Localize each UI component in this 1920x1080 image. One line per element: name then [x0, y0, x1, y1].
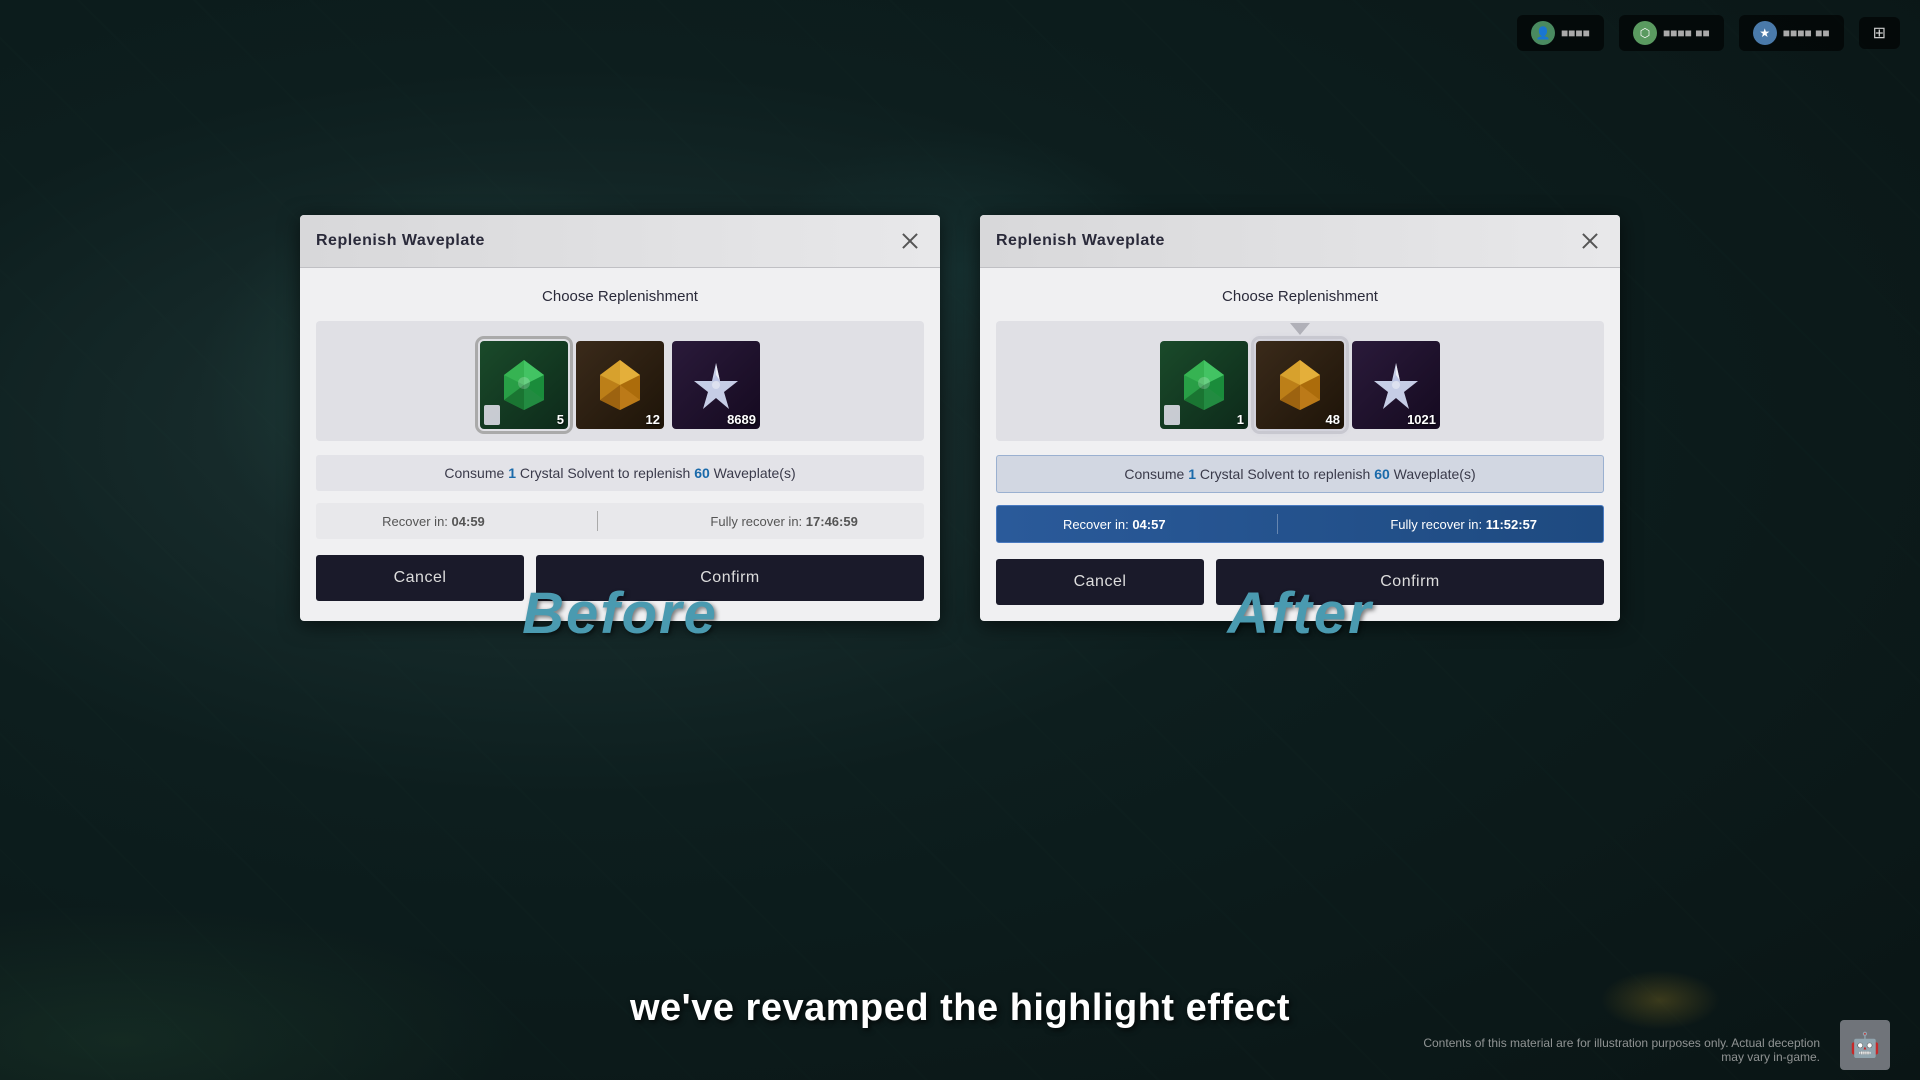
after-timer-divider: [1277, 514, 1278, 534]
after-item-2[interactable]: 48: [1256, 341, 1344, 429]
after-dialog-title: Replenish Waveplate: [996, 232, 1165, 250]
before-item-3-count: 8689: [727, 412, 756, 427]
before-item-2-count: 12: [646, 412, 660, 427]
before-consume-text: Consume 1 Crystal Solvent to replenish 6…: [316, 455, 924, 491]
bottom-right-decoration: [1600, 970, 1720, 1030]
hud-energy-text: ■■■■ ■■: [1663, 26, 1710, 40]
after-timer-row: Recover in: 04:57 Fully recover in: 11:5…: [996, 505, 1604, 543]
before-timer-divider: [597, 511, 598, 531]
after-item-2-icon: 48: [1256, 341, 1344, 429]
hud-currency[interactable]: ★ ■■■■ ■■: [1739, 15, 1844, 51]
before-item-2-icon: 12: [576, 341, 664, 429]
after-item-1-count: 1: [1237, 412, 1244, 427]
hud-map[interactable]: ⊞: [1859, 17, 1900, 49]
after-close-icon: [1580, 231, 1600, 251]
hud-profile[interactable]: 👤 ■■■■: [1517, 15, 1604, 51]
after-items-row: 1: [996, 321, 1604, 441]
after-item-1-icon: 1: [1160, 341, 1248, 429]
bottom-left-decoration: [0, 880, 600, 1080]
after-choose-label: Choose Replenishment: [996, 288, 1604, 305]
after-label: After: [980, 580, 1620, 647]
dialogs-row: Replenish Waveplate Choose Replenishment: [0, 215, 1920, 621]
robot-icon: 🤖: [1840, 1020, 1890, 1070]
before-item-1-icon: 5: [480, 341, 568, 429]
profile-icon: 👤: [1531, 21, 1555, 45]
after-consume-text: Consume 1 Crystal Solvent to replenish 6…: [996, 455, 1604, 493]
after-dialog-header: Replenish Waveplate: [980, 215, 1620, 268]
before-label: Before: [300, 580, 940, 647]
hud-profile-text: ■■■■: [1561, 26, 1590, 40]
selection-arrow: [1290, 323, 1310, 335]
before-item-3-icon: 8689: [672, 341, 760, 429]
before-dialog-header: Replenish Waveplate: [300, 215, 940, 268]
before-choose-label: Choose Replenishment: [316, 288, 924, 305]
after-item-3-icon: 1021: [1352, 341, 1440, 429]
after-item-3-count: 1021: [1407, 412, 1436, 427]
energy-icon: ⬡: [1633, 21, 1657, 45]
hud-map-icon: ⊞: [1873, 23, 1886, 43]
after-full-recover-label: Fully recover in: 11:52:57: [1390, 517, 1537, 532]
after-item-2-count: 48: [1326, 412, 1340, 427]
hud-currency-text: ■■■■ ■■: [1783, 26, 1830, 40]
comparison-labels: Before After: [0, 580, 1920, 647]
before-close-icon: [900, 231, 920, 251]
before-timer-row: Recover in: 04:59 Fully recover in: 17:4…: [316, 503, 924, 539]
before-items-row: 5: [316, 321, 924, 441]
after-recover-label: Recover in: 04:57: [1063, 517, 1166, 532]
before-item-1[interactable]: 5: [480, 341, 568, 429]
after-item-1[interactable]: 1: [1160, 341, 1248, 429]
before-dialog-body: Choose Replenishment: [300, 268, 940, 617]
currency-icon: ★: [1753, 21, 1777, 45]
bottle-badge-2: [1164, 405, 1180, 425]
disclaimer-text: Contents of this material are for illust…: [1420, 1036, 1820, 1064]
before-item-3[interactable]: 8689: [672, 341, 760, 429]
before-item-1-count: 5: [557, 412, 564, 427]
before-dialog-title: Replenish Waveplate: [316, 232, 485, 250]
after-close-button[interactable]: [1576, 227, 1604, 255]
after-dialog: Replenish Waveplate Choose Replenishment: [980, 215, 1620, 621]
before-recover-label: Recover in: 04:59: [382, 514, 485, 529]
hud-energy[interactable]: ⬡ ■■■■ ■■: [1619, 15, 1724, 51]
top-hud: 👤 ■■■■ ⬡ ■■■■ ■■ ★ ■■■■ ■■ ⊞: [1220, 0, 1920, 65]
before-item-2[interactable]: 12: [576, 341, 664, 429]
before-dialog: Replenish Waveplate Choose Replenishment: [300, 215, 940, 621]
after-item-3[interactable]: 1021: [1352, 341, 1440, 429]
before-close-button[interactable]: [896, 227, 924, 255]
bottle-badge-1: [484, 405, 500, 425]
after-dialog-body: Choose Replenishment: [980, 268, 1620, 621]
before-full-recover-label: Fully recover in: 17:46:59: [710, 514, 857, 529]
subtitle: we've revamped the highlight effect: [630, 987, 1290, 1030]
